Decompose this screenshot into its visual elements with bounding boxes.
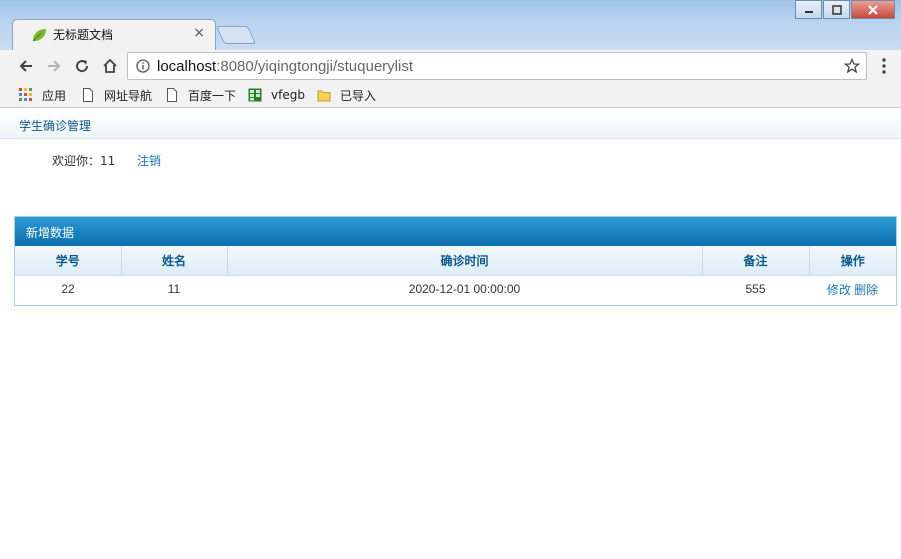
url-text[interactable]: localhost:8080/yiqingtongji/stuquerylist	[157, 58, 413, 75]
tab-close-button[interactable]: ×	[193, 25, 205, 41]
add-data-link[interactable]: 新增数据	[26, 224, 74, 241]
bookmark-star-icon[interactable]	[844, 58, 860, 74]
bookmark-label: 应用	[42, 88, 67, 103]
apps-grid-icon	[19, 88, 32, 101]
folder-icon	[317, 90, 331, 102]
close-icon	[868, 4, 878, 15]
col-header-id: 学号	[15, 246, 122, 276]
close-window-button[interactable]	[851, 0, 895, 19]
reload-icon	[76, 60, 89, 73]
cell-actions: 修改 删除	[809, 275, 896, 303]
bookmark-wangzhi[interactable]: 网址导航	[81, 85, 152, 105]
home-button[interactable]	[100, 56, 120, 76]
page-icon	[83, 88, 93, 102]
browser-titlebar: 无标题文档 ×	[0, 0, 901, 50]
bookmark-label: 网址导航	[104, 88, 153, 103]
maximize-button[interactable]	[823, 0, 850, 19]
delete-link[interactable]: 删除	[854, 283, 878, 297]
data-panel: 新增数据 学号 姓名 确诊时间 备注 操作 22 11 2020-12-01 0…	[14, 216, 897, 306]
table-row: 22 11 2020-12-01 00:00:00 555 修改 删除	[15, 275, 896, 303]
page-content: 学生确诊管理 欢迎你：11 注销 新增数据 学号 姓名 确诊时间 备注 操作 2…	[0, 109, 901, 559]
table-header-row: 学号 姓名 确诊时间 备注 操作	[15, 246, 896, 276]
cell-name: 11	[167, 282, 181, 297]
maximize-icon	[831, 4, 842, 15]
minimize-button[interactable]	[795, 0, 822, 19]
cell-note: 555	[745, 282, 766, 297]
url-port: :8080	[216, 58, 254, 75]
home-icon	[103, 58, 117, 73]
minimize-icon	[804, 10, 813, 13]
bookmark-baidu[interactable]: 百度一下	[165, 85, 236, 105]
sheet-icon	[248, 88, 262, 102]
bookmark-apps[interactable]: 应用	[19, 85, 66, 105]
page-title: 学生确诊管理	[19, 119, 92, 133]
col-header-actions: 操作	[809, 246, 896, 276]
bookmark-label: 已导入	[340, 88, 377, 103]
back-button[interactable]	[16, 56, 36, 76]
window-controls	[794, 0, 895, 20]
browser-toolbar: localhost:8080/yiqingtongji/stuquerylist	[0, 50, 901, 82]
address-bar[interactable]: localhost:8080/yiqingtongji/stuquerylist	[127, 52, 867, 80]
bookmark-label: vfegb	[271, 88, 305, 102]
reload-button[interactable]	[72, 56, 92, 76]
edit-link[interactable]: 修改	[827, 283, 851, 297]
page-icon	[167, 88, 177, 102]
data-table: 学号 姓名 确诊时间 备注 操作 22 11 2020-12-01 00:00:…	[15, 246, 896, 303]
col-header-time: 确诊时间	[227, 246, 703, 276]
logout-link[interactable]: 注销	[137, 152, 161, 169]
more-menu-icon[interactable]	[878, 57, 890, 75]
cell-id: 22	[61, 282, 75, 297]
col-header-note: 备注	[702, 246, 810, 276]
bookmark-imported[interactable]: 已导入	[317, 85, 376, 105]
panel-header: 新增数据	[15, 217, 896, 246]
bookmark-label: 百度一下	[188, 88, 237, 103]
forward-button[interactable]	[44, 56, 64, 76]
cell-time: 2020-12-01 00:00:00	[408, 282, 521, 297]
browser-tab[interactable]: 无标题文档 ×	[12, 19, 216, 50]
info-icon[interactable]	[136, 59, 150, 73]
url-host: localhost	[157, 58, 217, 75]
col-header-name: 姓名	[121, 246, 228, 276]
welcome-text: 欢迎你：11	[52, 154, 116, 168]
url-path: /yiqingtongji/stuquerylist	[253, 58, 414, 75]
new-tab-button[interactable]	[215, 26, 257, 44]
bookmarks-bar: 应用 网址导航 百度一下 vfegb 已导入	[0, 82, 901, 108]
tab-title: 无标题文档	[53, 28, 114, 42]
bookmark-vfegb[interactable]: vfegb	[248, 85, 305, 105]
forward-arrow-icon	[48, 60, 61, 72]
page-header: 学生确诊管理	[0, 109, 901, 139]
back-arrow-icon	[19, 60, 32, 72]
leaf-icon	[32, 29, 46, 42]
